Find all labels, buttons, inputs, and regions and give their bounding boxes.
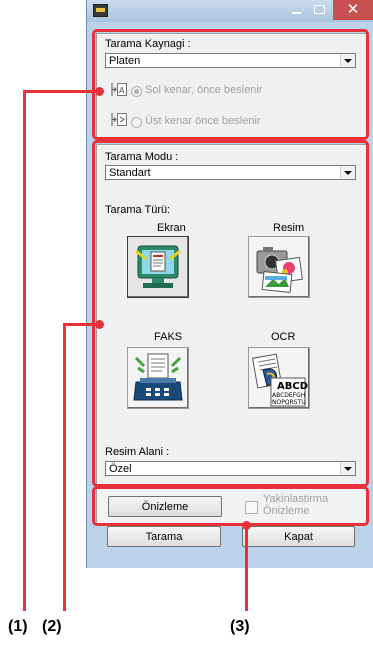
leader-dot-2: [95, 320, 104, 329]
callout-box-2: [92, 140, 369, 487]
leader-line-1-vertical: [23, 90, 26, 611]
callout-box-1: [92, 29, 369, 140]
maximize-icon[interactable]: [310, 2, 330, 18]
close-button[interactable]: Kapat: [242, 526, 355, 547]
callout-label-1: (1): [8, 618, 28, 635]
title-bar[interactable]: ✕: [87, 0, 373, 22]
minimize-icon[interactable]: [287, 2, 307, 18]
callout-label-3: (3): [230, 618, 250, 635]
leader-line-1-horizontal: [23, 90, 99, 93]
leader-line-2-vertical: [63, 323, 66, 611]
app-icon: [93, 4, 108, 17]
leader-dot-3: [242, 521, 251, 530]
callout-box-3: [92, 486, 369, 526]
scan-button[interactable]: Tarama: [107, 526, 221, 547]
close-icon[interactable]: ✕: [333, 0, 373, 20]
leader-dot-1: [95, 87, 104, 96]
leader-line-2-horizontal: [63, 323, 99, 326]
callout-label-2: (2): [42, 618, 62, 635]
leader-line-3-vertical: [245, 524, 248, 611]
